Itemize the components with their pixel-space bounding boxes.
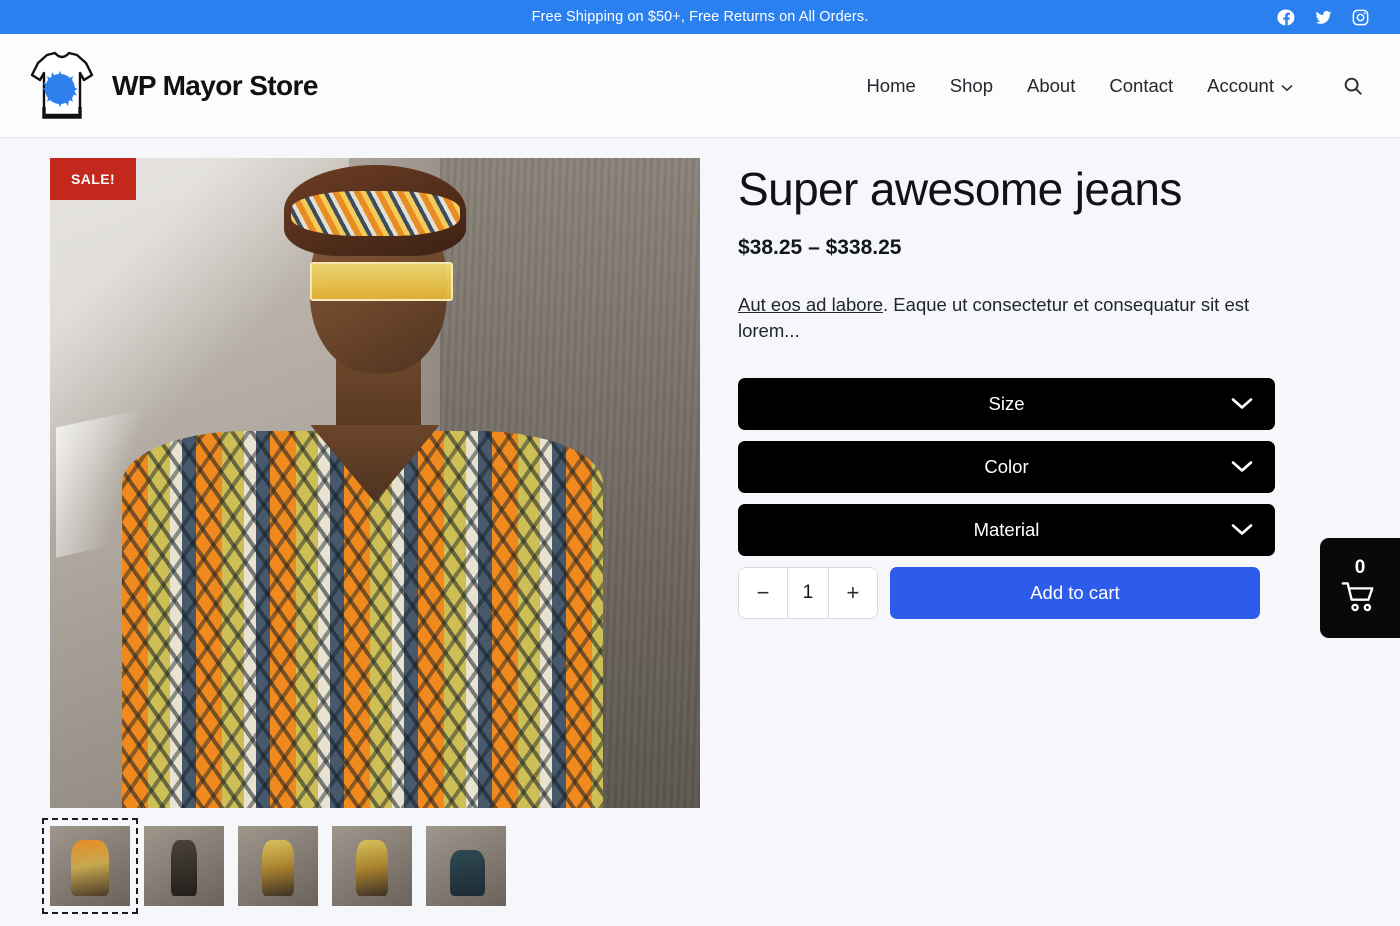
instagram-icon[interactable]: [1351, 8, 1370, 27]
nav-item-about-label: About: [1027, 74, 1076, 96]
variation-select-size[interactable]: Size: [738, 378, 1275, 431]
gallery-thumbnail-4[interactable]: [332, 826, 412, 906]
product-page-main: SALE! Super awesome jeans $38.25 – $338.…: [0, 138, 1400, 914]
image-model-glasses: [310, 262, 453, 301]
gallery-thumbnail-1[interactable]: [42, 818, 138, 914]
variation-material-label: Material: [973, 519, 1040, 541]
gallery-thumbnails: [42, 818, 700, 914]
announcement-bar: Free Shipping on $50+, Free Returns on A…: [0, 0, 1400, 34]
thumbnail-image-4: [356, 840, 388, 897]
variation-size-label: Size: [988, 393, 1025, 415]
cart-item-count: 0: [1354, 557, 1366, 578]
chevron-down-icon: [1281, 75, 1293, 97]
site-branding[interactable]: WP Mayor Store: [26, 45, 318, 127]
product-price: $38.25 – $338.25: [738, 235, 902, 259]
quantity-decrease-button[interactable]: −: [739, 568, 787, 619]
sale-badge: SALE!: [50, 158, 136, 200]
nav-item-contact[interactable]: Contact: [1092, 75, 1190, 97]
quantity-stepper: − 1 +: [738, 567, 878, 620]
thumbnail-image-5: [450, 850, 486, 897]
nav-item-shop-label: Shop: [949, 74, 994, 96]
nav-item-about[interactable]: About: [1010, 75, 1092, 97]
primary-navigation: Home Shop About Contact Account: [849, 69, 1370, 103]
gallery-thumbnail-5[interactable]: [426, 826, 506, 906]
twitter-icon[interactable]: [1314, 8, 1333, 27]
add-to-cart-button[interactable]: Add to cart: [889, 567, 1260, 620]
variation-select-color[interactable]: Color: [738, 441, 1275, 494]
image-model-shirt: [121, 431, 603, 808]
product-variations: Size Color Material: [738, 378, 1275, 557]
site-header: WP Mayor Store Home Shop About Contact A…: [0, 34, 1400, 138]
social-links: [1277, 0, 1370, 34]
image-model-headband: [290, 190, 460, 236]
thumbnail-image-2: [171, 840, 197, 897]
facebook-icon[interactable]: [1277, 8, 1296, 27]
product-main-image[interactable]: SALE!: [50, 158, 700, 808]
nav-item-contact-label: Contact: [1109, 74, 1174, 96]
tshirt-splat-logo-icon: [26, 45, 98, 127]
thumbnail-image-1: [70, 840, 110, 897]
nav-item-home-label: Home: [866, 74, 916, 96]
gallery-thumbnail-2[interactable]: [144, 826, 224, 906]
chevron-down-icon: [1231, 456, 1253, 478]
product-title: Super awesome jeans: [738, 163, 1182, 215]
brand-name: WP Mayor Store: [112, 69, 318, 101]
chevron-down-icon: [1231, 393, 1253, 415]
nav-item-home[interactable]: Home: [849, 75, 932, 97]
thumbnail-image-3: [262, 840, 294, 897]
nav-item-shop[interactable]: Shop: [933, 75, 1010, 97]
quantity-increase-button[interactable]: +: [828, 568, 877, 619]
product-gallery: SALE!: [0, 158, 700, 914]
description-link[interactable]: Aut eos ad labore: [738, 294, 883, 315]
variation-select-material[interactable]: Material: [738, 504, 1275, 557]
product-short-description: Aut eos ad labore. Eaque ut consectetur …: [738, 292, 1260, 345]
variation-color-label: Color: [984, 456, 1029, 478]
nav-item-account-label: Account: [1207, 74, 1274, 96]
nav-item-account[interactable]: Account: [1190, 75, 1310, 97]
search-icon[interactable]: [1336, 69, 1370, 103]
quantity-value[interactable]: 1: [787, 568, 829, 619]
shopping-cart-icon: [1341, 581, 1379, 618]
floating-cart-widget[interactable]: 0: [1320, 538, 1400, 638]
purchase-row: − 1 + Add to cart: [738, 567, 1260, 620]
gallery-thumbnail-3[interactable]: [238, 826, 318, 906]
announcement-text: Free Shipping on $50+, Free Returns on A…: [531, 9, 869, 25]
product-summary: Super awesome jeans $38.25 – $338.25 Aut…: [700, 158, 1275, 906]
chevron-down-icon: [1231, 519, 1253, 541]
